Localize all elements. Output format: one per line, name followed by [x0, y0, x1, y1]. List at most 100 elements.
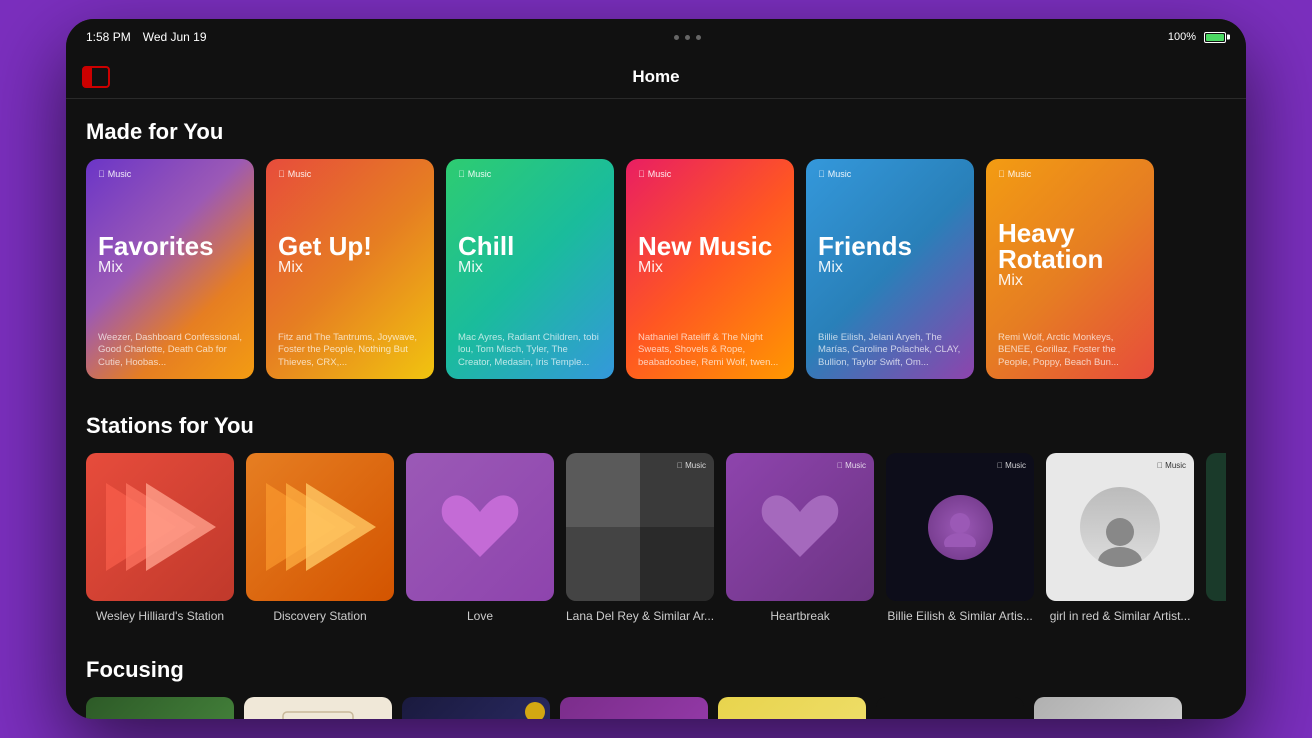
apple-music-logo-favorites:  Music	[98, 169, 242, 179]
discovery-station-card[interactable]	[246, 453, 394, 601]
status-bar: 1:58 PM Wed Jun 19 100%	[66, 19, 1246, 55]
stations-scroll-row[interactable]: Wesley Hilliard's Station Discovery Stat…	[86, 453, 1226, 627]
battery-percent: 100%	[1168, 31, 1196, 43]
friends-mix-header: Friends Mix	[818, 233, 962, 277]
heartbreak-apple-logo:  Music	[837, 461, 866, 470]
sidebar-toggle-icon[interactable]	[82, 66, 110, 88]
favorites-mix-header: Favorites Mix	[98, 233, 242, 277]
status-left: 1:58 PM Wed Jun 19	[86, 30, 207, 44]
friends-mix-name: Friends	[818, 233, 962, 259]
getup-mix-type: Mix	[278, 259, 422, 277]
rex-station-card[interactable]:  Music	[1206, 453, 1226, 601]
heartbreak-station-wrapper:  Music Heartbreak	[726, 453, 874, 623]
friends-mix-card[interactable]:  Music Friends Mix Billie Eilish, Jelan…	[806, 159, 974, 379]
rex-station-wrapper:  Music Rex C...	[1206, 453, 1226, 623]
focus4-album[interactable]	[560, 697, 708, 719]
girl-station-wrapper:  Music girl in red & Similar Artist...	[1046, 453, 1194, 623]
apple-icon-getup: 	[278, 169, 285, 179]
girl-station-card[interactable]:  Music	[1046, 453, 1194, 601]
battery-fill	[1206, 34, 1224, 41]
date-display: Wed Jun 19	[143, 30, 207, 44]
discovery-station-wrapper: Discovery Station	[246, 453, 394, 623]
status-right: 100%	[1168, 31, 1226, 43]
chill-mix-card[interactable]:  Music Chill Mix Mac Ayres, Radiant Chi…	[446, 159, 614, 379]
billie-station-label: Billie Eilish & Similar Artis...	[886, 609, 1034, 623]
focus6-album[interactable]	[876, 697, 1024, 719]
girl-apple-logo:  Music	[1157, 461, 1186, 470]
newmusic-mix-content:  Music New Music Mix Nathaniel Rateliff…	[626, 159, 794, 379]
heavy-mix-content:  Music Heavy Rotation Mix Remi Wolf, Ar…	[986, 159, 1154, 379]
device-frame: 1:58 PM Wed Jun 19 100% Home Made for Yo…	[66, 19, 1246, 719]
heavy-mix-header: Heavy Rotation Mix	[998, 220, 1142, 290]
lana-station-wrapper:  Music Lana Del Rey & Similar Ar...	[566, 453, 714, 623]
chill-mix-header: Chill Mix	[458, 233, 602, 277]
wesley-station-card[interactable]	[86, 453, 234, 601]
love-station-label: Love	[406, 609, 554, 623]
apple-music-logo-chill:  Music	[458, 169, 602, 179]
favorites-mix-card[interactable]:  Music Favorites Mix Weezer, Dashboard …	[86, 159, 254, 379]
mario-album[interactable]:  Music MARIO & CHILL 2	[402, 697, 550, 719]
getup-mix-name: Get Up!	[278, 233, 422, 259]
lana-station-label: Lana Del Rey & Similar Ar...	[566, 609, 714, 623]
battery-icon	[1204, 32, 1226, 43]
title-bar: Home	[66, 55, 1246, 99]
love-station-card[interactable]	[406, 453, 554, 601]
heavy-mix-type: Mix	[998, 272, 1142, 290]
apple-icon-friends: 	[818, 169, 825, 179]
friends-mix-type: Mix	[818, 259, 962, 277]
focus7-album[interactable]	[1034, 697, 1182, 719]
apple-music-logo-getup:  Music	[278, 169, 422, 179]
stations-title: Stations for You	[86, 413, 1226, 439]
friends-mix-artists: Billie Eilish, Jelani Aryeh, The Marías,…	[818, 332, 962, 369]
page-title: Home	[632, 67, 679, 87]
dot-3	[696, 35, 701, 40]
lana-apple-logo:  Music	[677, 461, 706, 470]
sidebar-icon-left	[84, 68, 92, 86]
getup-mix-header: Get Up! Mix	[278, 233, 422, 277]
getup-mix-artists: Fitz and The Tantrums, Joywave, Foster t…	[278, 332, 422, 369]
main-content[interactable]: Made for You  Music Favorites Mix Weeze…	[66, 99, 1246, 719]
yoshi-album[interactable]: SUPER GAME BOY WORLD YOSHI	[718, 697, 866, 719]
zelda-album[interactable]: Zelda & Chill III	[86, 697, 234, 719]
focusing-section: Focusing Zelda & Chill III	[66, 637, 1246, 719]
apple-music-logo-heavy:  Music	[998, 169, 1142, 179]
heavy-mix-name: Heavy Rotation	[998, 220, 1142, 272]
apple-music-logo-newmusic:  Music	[638, 169, 782, 179]
billie-apple-logo:  Music	[997, 461, 1026, 470]
getup-mix-card[interactable]:  Music Get Up! Mix Fitz and The Tantrum…	[266, 159, 434, 379]
made-for-you-section: Made for You  Music Favorites Mix Weeze…	[66, 99, 1246, 393]
favorites-mix-content:  Music Favorites Mix Weezer, Dashboard …	[86, 159, 254, 379]
chill-mix-artists: Mac Ayres, Radiant Children, tobi lou, T…	[458, 332, 602, 369]
heavy-mix-card[interactable]:  Music Heavy Rotation Mix Remi Wolf, Ar…	[986, 159, 1154, 379]
chill-mix-content:  Music Chill Mix Mac Ayres, Radiant Chi…	[446, 159, 614, 379]
chill-mix-name: Chill	[458, 233, 602, 259]
time-display: 1:58 PM	[86, 30, 131, 44]
love-station-wrapper: Love	[406, 453, 554, 623]
discovery-station-label: Discovery Station	[246, 609, 394, 623]
status-dots	[674, 35, 701, 40]
apple-icon-chill: 	[458, 169, 465, 179]
heartbreak-station-card[interactable]:  Music	[726, 453, 874, 601]
rex-station-label: Rex C...	[1206, 609, 1226, 623]
favorites-mix-artists: Weezer, Dashboard Confessional, Good Cha…	[98, 332, 242, 369]
newmusic-mix-type: Mix	[638, 259, 782, 277]
apple-music-logo-friends:  Music	[818, 169, 962, 179]
chill-mix-type: Mix	[458, 259, 602, 277]
friends-mix-content:  Music Friends Mix Billie Eilish, Jelan…	[806, 159, 974, 379]
billie-station-card[interactable]:  Music	[886, 453, 1034, 601]
newmusic-mix-artists: Nathaniel Rateliff & The Night Sweats, S…	[638, 332, 782, 369]
wesley-station-label: Wesley Hilliard's Station	[86, 609, 234, 623]
getup-mix-content:  Music Get Up! Mix Fitz and The Tantrum…	[266, 159, 434, 379]
mixes-scroll-row[interactable]:  Music Favorites Mix Weezer, Dashboard …	[86, 159, 1226, 383]
newmusic-mix-card[interactable]:  Music New Music Mix Nathaniel Rateliff…	[626, 159, 794, 379]
focusing-scroll-row[interactable]: Zelda & Chill III	[86, 697, 1226, 719]
wesley-station-wrapper: Wesley Hilliard's Station	[86, 453, 234, 623]
focusing-title: Focusing	[86, 657, 1226, 683]
heartbreak-station-label: Heartbreak	[726, 609, 874, 623]
dot-1	[674, 35, 679, 40]
heavy-mix-artists: Remi Wolf, Arctic Monkeys, BENEE, Gorill…	[998, 332, 1142, 369]
newmusic-mix-header: New Music Mix	[638, 233, 782, 277]
lana-station-card[interactable]:  Music	[566, 453, 714, 601]
favorites-mix-name: Favorites	[98, 233, 242, 259]
focus2-album[interactable]	[244, 697, 392, 719]
